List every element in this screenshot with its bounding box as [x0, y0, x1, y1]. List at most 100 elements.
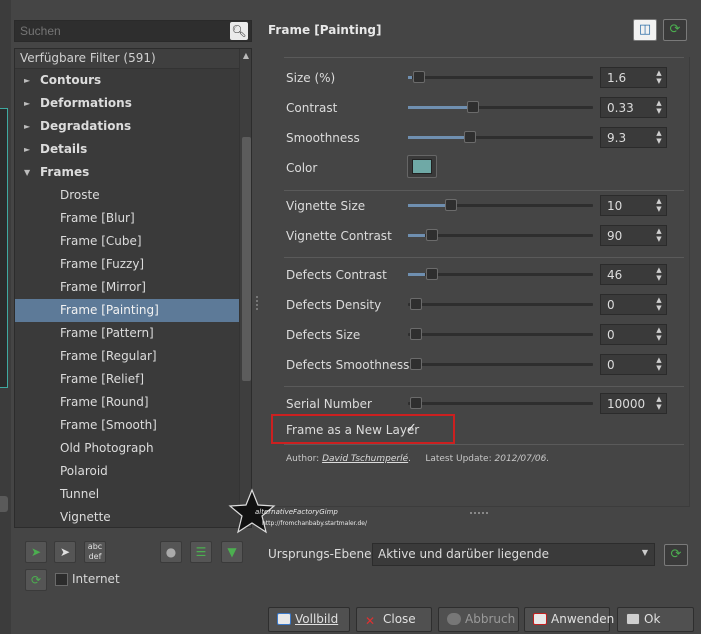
- filter-item[interactable]: Polaroid: [15, 460, 239, 483]
- filter-item[interactable]: Frame [Relief]: [15, 368, 239, 391]
- filter-item[interactable]: Vignette: [15, 506, 239, 527]
- contrast-spinbox[interactable]: 0.33 ▲ ▼: [600, 97, 667, 118]
- add-favorite-icon[interactable]: ➤: [25, 541, 47, 563]
- size-spinbox[interactable]: 1.6 ▲ ▼: [600, 67, 667, 88]
- defects-contrast-label: Defects Contrast: [286, 268, 387, 282]
- spin-arrows-icon[interactable]: ▲ ▼: [654, 266, 664, 283]
- filter-list-header[interactable]: Verfügbare Filter (591): [15, 49, 239, 69]
- vignette-contrast-slider-handle[interactable]: [425, 229, 438, 241]
- smoothness-slider-handle[interactable]: [463, 131, 476, 143]
- input-layers-select[interactable]: Aktive und darüber liegende ▼: [372, 543, 655, 566]
- ok-button[interactable]: Ok: [617, 607, 694, 632]
- size-slider-handle[interactable]: [413, 71, 426, 83]
- filter-item-selected[interactable]: Frame [Painting]: [15, 299, 239, 322]
- filter-item[interactable]: Frame [Fuzzy]: [15, 253, 239, 276]
- search-input[interactable]: [14, 20, 252, 42]
- defects-smoothness-slider-handle[interactable]: [410, 358, 422, 370]
- spin-arrows-icon[interactable]: ▲ ▼: [654, 296, 664, 313]
- scroll-up-icon[interactable]: ▲: [240, 49, 251, 63]
- filter-item[interactable]: Tunnel: [15, 483, 239, 506]
- internet-label: Internet: [72, 572, 120, 586]
- separator: [284, 257, 684, 258]
- contrast-slider-handle[interactable]: [467, 101, 480, 113]
- size-slider[interactable]: [408, 76, 593, 79]
- chevron-down-icon[interactable]: ▼: [24, 161, 30, 184]
- category-frames[interactable]: ▼ Frames: [15, 161, 239, 184]
- spin-arrows-icon[interactable]: ▲ ▼: [654, 227, 664, 244]
- chevron-right-icon[interactable]: ►: [24, 115, 30, 138]
- filter-item[interactable]: Frame [Regular]: [15, 345, 239, 368]
- spin-arrows-icon[interactable]: ▲ ▼: [654, 395, 664, 412]
- vignette-contrast-spinbox[interactable]: 90 ▲ ▼: [600, 225, 667, 246]
- spin-arrows-icon[interactable]: ▲ ▼: [654, 197, 664, 214]
- vignette-contrast-label: Vignette Contrast: [286, 229, 392, 243]
- defects-density-slider-handle[interactable]: [410, 298, 422, 310]
- spin-arrows-icon[interactable]: ▲ ▼: [654, 99, 664, 116]
- visibility-icon[interactable]: ●: [160, 541, 182, 563]
- category-deformations[interactable]: ► Deformations: [15, 92, 239, 115]
- chevron-right-icon[interactable]: ►: [24, 138, 30, 161]
- defects-size-spinbox[interactable]: 0 ▲ ▼: [600, 324, 667, 345]
- filter-item[interactable]: Droste: [15, 184, 239, 207]
- reset-icon[interactable]: ⟳: [663, 19, 687, 41]
- contrast-label: Contrast: [286, 101, 338, 115]
- download-icon[interactable]: ▼: [221, 541, 243, 563]
- smoothness-spinbox[interactable]: 9.3 ▲ ▼: [600, 127, 667, 148]
- vignette-size-slider[interactable]: [408, 204, 593, 207]
- internet-checkbox[interactable]: [55, 573, 68, 586]
- serial-number-slider-handle[interactable]: [410, 397, 422, 409]
- filter-item[interactable]: Old Photograph: [15, 437, 239, 460]
- spin-arrows-icon[interactable]: ▲ ▼: [654, 326, 664, 343]
- cancel-button[interactable]: Abbruch: [438, 607, 519, 632]
- vignette-size-spinbox[interactable]: 10 ▲ ▼: [600, 195, 667, 216]
- filter-list-scrollbar[interactable]: ▲: [239, 49, 251, 527]
- serial-number-spinbox[interactable]: 10000 ▲ ▼: [600, 393, 667, 414]
- search-icon[interactable]: 🔍︎: [230, 22, 248, 40]
- category-degradations[interactable]: ► Degradations: [15, 115, 239, 138]
- defects-size-slider[interactable]: [408, 333, 593, 336]
- splitter-handle[interactable]: [470, 512, 488, 514]
- list-icon[interactable]: ☰: [190, 541, 212, 563]
- serial-number-label: Serial Number: [286, 397, 372, 411]
- defects-size-slider-handle[interactable]: [410, 328, 422, 340]
- refresh-icon[interactable]: ⟳: [25, 569, 47, 591]
- apply-button[interactable]: Anwenden: [524, 607, 614, 632]
- defects-contrast-spinbox[interactable]: 46 ▲ ▼: [600, 264, 667, 285]
- chevron-right-icon[interactable]: ►: [24, 69, 30, 92]
- filter-title: Frame [Painting]: [268, 23, 382, 37]
- defects-contrast-slider-handle[interactable]: [425, 268, 438, 280]
- chevron-right-icon[interactable]: ►: [24, 92, 30, 115]
- defects-smoothness-slider[interactable]: [408, 363, 593, 366]
- filter-item[interactable]: Frame [Round]: [15, 391, 239, 414]
- splitter-handle[interactable]: [256, 296, 259, 310]
- size-label: Size (%): [286, 71, 336, 85]
- new-layer-checkbox[interactable]: ✓: [406, 421, 417, 436]
- filter-item[interactable]: Frame [Cube]: [15, 230, 239, 253]
- spin-arrows-icon[interactable]: ▲ ▼: [654, 129, 664, 146]
- defects-density-spinbox[interactable]: 0 ▲ ▼: [600, 294, 667, 315]
- spin-arrows-icon[interactable]: ▲ ▼: [654, 356, 664, 373]
- filter-item[interactable]: Frame [Blur]: [15, 207, 239, 230]
- close-button[interactable]: ✕ Close: [356, 607, 432, 632]
- defects-density-slider[interactable]: [408, 303, 593, 306]
- smoothness-slider[interactable]: [408, 136, 593, 139]
- serial-number-slider[interactable]: [408, 402, 593, 405]
- defects-smoothness-spinbox[interactable]: 0 ▲ ▼: [600, 354, 667, 375]
- edge-handle[interactable]: [0, 496, 8, 512]
- author-link[interactable]: David Tschumperlé: [322, 454, 408, 464]
- rename-icon[interactable]: abc def: [84, 541, 106, 563]
- spin-arrows-icon[interactable]: ▲ ▼: [654, 69, 664, 86]
- refresh-icon[interactable]: ⟳: [664, 544, 688, 566]
- filter-item[interactable]: Frame [Smooth]: [15, 414, 239, 437]
- scroll-thumb[interactable]: [242, 137, 251, 381]
- contrast-slider[interactable]: [408, 106, 593, 109]
- fullscreen-button[interactable]: Vollbild: [268, 607, 350, 632]
- category-contours[interactable]: ► Contours: [15, 69, 239, 92]
- color-picker-button[interactable]: [407, 155, 437, 178]
- filter-item[interactable]: Frame [Mirror]: [15, 276, 239, 299]
- remove-favorite-icon[interactable]: ➤: [54, 541, 76, 563]
- copy-to-clipboard-icon[interactable]: ◫: [633, 19, 657, 41]
- filter-item[interactable]: Frame [Pattern]: [15, 322, 239, 345]
- category-details[interactable]: ► Details: [15, 138, 239, 161]
- vignette-size-slider-handle[interactable]: [444, 199, 457, 211]
